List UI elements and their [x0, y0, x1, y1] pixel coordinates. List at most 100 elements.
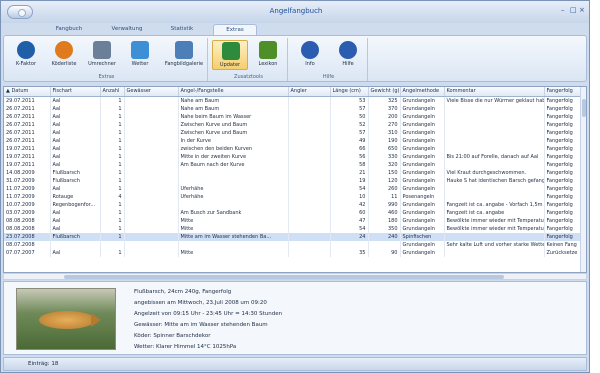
table-cell: 10.07.2009 — [4, 200, 51, 209]
maximize-button[interactable]: □ — [570, 6, 577, 14]
table-cell: Bewölkte immer wieder mit Temperaturan..… — [444, 224, 545, 233]
table-row[interactable]: 19.07.2011 Aal 1 Am Baum nach der Kurve 58 32… — [4, 160, 583, 169]
fangbildgalerie-button[interactable]: Fangbildgalerie — [162, 40, 206, 70]
table-cell — [288, 120, 331, 129]
table-cell: 54 — [330, 184, 369, 193]
table-cell: Viel Kraut durchgeschwommen. — [444, 168, 545, 177]
table-cell: 11.07.2009 — [4, 184, 51, 193]
ribbon-tabs: Fangbuch Verwaltung Statistik Extras — [1, 23, 589, 35]
table-cell: 21 — [330, 168, 369, 177]
updater-label: Updater — [219, 62, 241, 68]
table-cell: 31.07.2009 — [4, 176, 51, 185]
updater-button[interactable]: Updater — [212, 40, 248, 70]
k-faktor-button[interactable]: K-Faktor — [8, 40, 44, 70]
vertical-scroll-thumb[interactable] — [582, 99, 586, 117]
umrechner-button[interactable]: Umrechner — [84, 40, 120, 70]
table-row[interactable]: 23.07.2008 Flußbarsch 1 Mitte am im Wasser … — [4, 232, 583, 241]
column-header-fangstelle[interactable]: Angel-/Fangstelle — [178, 87, 289, 97]
table-row[interactable]: 19.07.2011 Aal 1 Mitte in der zweiten Kurve… — [4, 152, 583, 161]
tab-verwaltung[interactable]: Verwaltung — [105, 24, 149, 35]
table-row[interactable]: 11.07.2009 Aal 1 Uferhähe 54 260 Grundangeln Fa… — [4, 184, 583, 193]
table-cell: Mitte am im Wasser stehenden Ba... — [178, 232, 289, 241]
table-cell: 26.07.2011 — [4, 136, 51, 145]
status-bar: Einträg: 18 — [3, 357, 587, 371]
table-row[interactable]: 26.07.2011 Aal 1 Zwischen Kurve und Baum 57 3… — [4, 128, 583, 137]
app-window: Angelfangbuch – □ × Fangbuch Verwaltung … — [0, 0, 590, 373]
table-cell: Fangerfolg — [544, 120, 583, 129]
horizontal-scroll-thumb[interactable] — [64, 275, 504, 279]
table-row[interactable]: 19.07.2011 Aal 1 zwischen den beiden Kurven… — [4, 144, 583, 153]
table-row[interactable]: 11.07.2009 Rotauge 4 Uferhähe 10 11 Posenangel… — [4, 192, 583, 201]
table-cell: Aal — [50, 184, 101, 193]
table-row[interactable]: 10.07.2009 Regenbogenfor... 1 42 990 Grundang… — [4, 200, 583, 209]
tab-fangbuch[interactable]: Fangbuch — [49, 24, 89, 35]
wetter-button[interactable]: Wetter — [122, 40, 158, 70]
table-cell: 53 — [330, 96, 369, 105]
table-row[interactable]: 08.08.2008 Aal 1 Mitte 47 180 Grundangeln Bewöl… — [4, 216, 583, 225]
table-cell — [444, 232, 545, 241]
column-header-gewicht[interactable]: Gewicht (g) — [368, 87, 401, 97]
column-header-laenge[interactable]: Länge (cm) — [330, 87, 369, 97]
table-row[interactable]: 03.07.2009 Aal 1 Am Busch zur Sandbank 60 460… — [4, 208, 583, 217]
table-cell — [330, 240, 369, 249]
app-menu-button[interactable] — [7, 5, 33, 19]
detail-fishing-time: Angelzeit von 09:15 Uhr - 23:45 Uhr = 14… — [134, 311, 283, 317]
table-cell: 26.07.2011 — [4, 104, 51, 113]
table-cell: Aal — [50, 128, 101, 137]
table-cell: Grundangeln — [400, 184, 445, 193]
info-button[interactable]: Info — [292, 40, 328, 70]
column-header-gewaesser[interactable]: Gewässer — [124, 87, 179, 97]
column-header-fischart[interactable]: Fischart — [50, 87, 101, 97]
tab-statistik[interactable]: Statistik — [163, 24, 201, 35]
table-cell — [288, 240, 331, 249]
table-row[interactable]: 14.08.2009 Flußbarsch 1 21 150 Grundangeln Vie… — [4, 168, 583, 177]
horizontal-scrollbar[interactable] — [3, 273, 587, 280]
table-cell: 1 — [100, 208, 125, 217]
lexikon-button[interactable]: Lexikon — [250, 40, 286, 70]
koederliste-button[interactable]: Köderliste — [46, 40, 82, 70]
minimize-button[interactable]: – — [561, 6, 565, 14]
vertical-scrollbar[interactable] — [580, 87, 586, 272]
table-cell: 57 — [330, 104, 369, 113]
table-cell — [124, 104, 179, 113]
tab-extras[interactable]: Extras — [213, 24, 257, 35]
table-cell — [444, 136, 545, 145]
table-row[interactable]: 07.07.2007 Aal 1 Mitte 35 90 Grundangeln Zurück… — [4, 248, 583, 257]
table-cell: Grundangeln — [400, 136, 445, 145]
column-header-fangerfolg[interactable]: Fangerfolg — [544, 87, 583, 97]
table-row[interactable]: 26.07.2011 Aal 1 Zwischen Kurve und Baum 52 2… — [4, 120, 583, 129]
column-header-datum[interactable]: ▲ Datum — [4, 87, 51, 97]
table-row[interactable]: 08.08.2008 Aal 1 Mitte 54 350 Grundangeln Bewöl… — [4, 224, 583, 233]
table-cell: Mitte in der zweiten Kurve — [178, 152, 289, 161]
table-cell: 460 — [368, 208, 401, 217]
catch-table: ▲ Datum Fischart Anzahl Gewässer Angel-/… — [3, 86, 587, 273]
column-header-kommentar[interactable]: Kommentar — [444, 87, 545, 97]
table-cell: Fangerfolg — [544, 184, 583, 193]
table-cell: 66 — [330, 144, 369, 153]
table-row[interactable]: 26.07.2011 Aal 1 Nahe beim Baum im Wasser 50… — [4, 112, 583, 121]
close-button[interactable]: × — [579, 6, 585, 14]
column-header-angelmethode[interactable]: Angelmethode — [400, 87, 445, 97]
table-row[interactable]: 08.07.2008 Grundangeln Sehr kalte Luft und… — [4, 240, 583, 249]
table-row[interactable]: 26.07.2011 Aal 1 In der Kurve 49 190 Grundange… — [4, 136, 583, 145]
table-cell: Nahe am Baum — [178, 96, 289, 105]
table-cell — [288, 144, 331, 153]
weather-icon — [131, 41, 149, 59]
column-header-angler[interactable]: Angler — [288, 87, 331, 97]
table-cell: 1 — [100, 96, 125, 105]
table-row[interactable]: 31.07.2009 Flußbarsch 1 19 120 Grundangeln Hau… — [4, 176, 583, 185]
table-cell: Aal — [50, 136, 101, 145]
column-header-anzahl[interactable]: Anzahl — [100, 87, 125, 97]
table-cell: Aal — [50, 112, 101, 121]
lexikon-label: Lexikon — [258, 61, 278, 67]
table-row[interactable]: 29.07.2011 Aal 1 Nahe am Baum 53 325 Grundange… — [4, 96, 583, 105]
hilfe-button[interactable]: Hilfe — [330, 40, 366, 70]
table-cell: 08.07.2008 — [4, 240, 51, 249]
table-row[interactable]: 26.07.2011 Aal 1 Nahe am Baum 57 370 Grundange… — [4, 104, 583, 113]
table-cell: Aal — [50, 104, 101, 113]
table-cell: Nahe am Baum — [178, 104, 289, 113]
table-cell — [288, 176, 331, 185]
table-cell: Grundangeln — [400, 248, 445, 257]
table-cell — [124, 216, 179, 225]
table-cell — [288, 152, 331, 161]
